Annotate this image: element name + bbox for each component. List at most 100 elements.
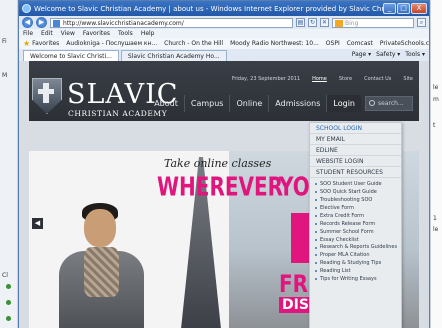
- forward-button[interactable]: ▶: [36, 17, 47, 28]
- menu-item-edline[interactable]: EDLINE: [310, 145, 401, 156]
- favorite-link[interactable]: PrivateSchools.com: [380, 38, 429, 49]
- contact-link[interactable]: Contact Us: [364, 76, 391, 82]
- menu-view[interactable]: View: [61, 29, 75, 38]
- resource-link[interactable]: Troubleshooting SOO: [310, 196, 401, 204]
- menu-bar: File Edit View Favorites Tools Help: [19, 29, 429, 38]
- resource-link[interactable]: Proper MLA Citation: [310, 251, 401, 259]
- hero-headline: WHEREVER: [157, 171, 284, 203]
- page-menu[interactable]: Page ▾: [352, 51, 371, 58]
- resource-link[interactable]: Elective Form: [310, 204, 401, 212]
- search-go-icon[interactable]: ⌕: [417, 18, 426, 27]
- site-search-placeholder: search...: [378, 100, 404, 107]
- store-link[interactable]: Store: [339, 76, 352, 82]
- nav-online[interactable]: Online: [229, 95, 268, 112]
- top-links: Friday, 23 September 2011 Home Store Con…: [232, 76, 413, 82]
- search-icon: [369, 100, 375, 106]
- ie-logo-icon: [22, 4, 31, 13]
- favorite-link[interactable]: Comcast: [347, 38, 373, 49]
- student-scarf: [84, 247, 119, 297]
- stop-icon[interactable]: ✕: [320, 18, 329, 27]
- right-strip-label: le: [433, 226, 439, 233]
- menu-edit[interactable]: Edit: [41, 29, 53, 38]
- web-page: Friday, 23 September 2011 Home Store Con…: [19, 61, 429, 328]
- command-bar: Page ▾ Safety ▾ Tools ▾: [352, 51, 425, 58]
- menu-item-school-login[interactable]: SCHOOL LOGIN: [310, 123, 401, 134]
- compatibility-view-icon[interactable]: ▤: [296, 18, 305, 27]
- resource-link[interactable]: Reading & Studying Tips: [310, 259, 401, 267]
- maximize-button[interactable]: □: [397, 3, 410, 14]
- menu-file[interactable]: File: [23, 29, 33, 38]
- resource-link[interactable]: Summer School Form: [310, 228, 401, 236]
- resource-link[interactable]: Extra Credit Form: [310, 212, 401, 220]
- favorites-bar: ★ Favorites Audiokniga - Послушаем кн... …: [19, 38, 429, 49]
- login-dropdown-menu: SCHOOL LOGIN MY EMAIL EDLINE WEBSITE LOG…: [309, 122, 402, 328]
- star-icon: ★: [23, 39, 31, 48]
- screen: Fi M Cl le m t 1 le Welcome to Slavic Ch…: [0, 0, 442, 328]
- menu-favorites[interactable]: Favorites: [83, 29, 110, 38]
- favorite-link[interactable]: OSPI: [326, 38, 340, 49]
- resource-link[interactable]: SOO Student User Guide: [310, 180, 401, 188]
- minimize-button[interactable]: _: [383, 3, 396, 14]
- menu-item-student-resources[interactable]: STUDENT RESOURCES: [310, 167, 401, 178]
- left-strip-label: M: [2, 72, 8, 79]
- nav-campus[interactable]: Campus: [183, 95, 230, 112]
- close-button[interactable]: X: [411, 3, 427, 14]
- left-strip-label: Cl: [2, 272, 8, 279]
- menu-tools[interactable]: Tools: [118, 29, 133, 38]
- address-field[interactable]: http://www.slavicchristianacademy.com/: [50, 17, 293, 28]
- search-placeholder: Bing: [345, 19, 359, 27]
- hero-tagline: Take online classes: [164, 157, 272, 170]
- menu-item-website-login[interactable]: WEBSITE LOGIN: [310, 156, 401, 167]
- resource-link[interactable]: Reading List: [310, 267, 401, 275]
- tab-bar: Welcome to Slavic Christi... Slavic Chri…: [19, 49, 429, 61]
- resource-link[interactable]: Essay Checklist: [310, 236, 401, 244]
- hero-text-yo: YO: [279, 171, 310, 203]
- url-text: http://www.slavicchristianacademy.com/: [63, 19, 184, 27]
- favorite-link[interactable]: Audiokniga - Послушаем кн...: [66, 38, 157, 49]
- resource-link[interactable]: Records Release Form: [310, 220, 401, 228]
- status-dot-icon: [6, 316, 11, 321]
- nav-about[interactable]: About: [148, 95, 184, 112]
- right-strip-label: m: [433, 96, 439, 103]
- student-resources-list: SOO Student User Guide SOO Quick Start G…: [310, 178, 401, 283]
- tab-slavic-home[interactable]: Slavic Christian Academy Ho...: [120, 50, 227, 61]
- background-window-right: le m t 1 le: [430, 0, 442, 328]
- address-bar-row: ◀ ▶ http://www.slavicchristianacademy.co…: [19, 16, 429, 29]
- background-window-left: Fi M Cl: [0, 0, 18, 328]
- site-link[interactable]: Site: [403, 76, 413, 82]
- nav-login[interactable]: Login: [326, 95, 361, 112]
- back-button[interactable]: ◀: [22, 17, 33, 28]
- browser-window: Welcome to Slavic Christian Academy | ab…: [18, 0, 430, 328]
- safety-menu[interactable]: Safety ▾: [376, 51, 400, 58]
- resource-link[interactable]: SOO Quick Start Guide: [310, 188, 401, 196]
- site-header: Friday, 23 September 2011 Home Store Con…: [29, 61, 419, 121]
- title-bar[interactable]: Welcome to Slavic Christian Academy | ab…: [19, 1, 429, 16]
- favorites-label: Favorites: [32, 40, 60, 47]
- main-navigation: About Campus Online Admissions Login sea…: [148, 95, 413, 112]
- favorite-link[interactable]: Moody Radio Northwest: 10...: [230, 38, 319, 49]
- hero-text-fr: FR: [279, 269, 309, 298]
- status-dot-icon: [6, 284, 11, 289]
- home-link[interactable]: Home: [312, 76, 327, 82]
- menu-item-my-email[interactable]: MY EMAIL: [310, 134, 401, 145]
- tab-welcome[interactable]: Welcome to Slavic Christi...: [23, 50, 119, 61]
- tools-menu[interactable]: Tools ▾: [405, 51, 425, 58]
- right-strip-label: 1: [433, 215, 437, 222]
- nav-admissions[interactable]: Admissions: [268, 95, 326, 112]
- resource-link[interactable]: Research & Reports Guidelines: [310, 244, 401, 251]
- student-face: [84, 209, 116, 247]
- site-favicon-icon: [53, 19, 60, 27]
- slider-prev-icon[interactable]: ◀: [32, 218, 43, 229]
- refresh-icon[interactable]: ↻: [308, 18, 317, 27]
- cross-bar-icon: [38, 89, 54, 94]
- window-title: Welcome to Slavic Christian Academy | ab…: [34, 4, 383, 13]
- search-input[interactable]: Bing: [332, 17, 414, 28]
- hero-text-dis: DIS: [279, 297, 312, 313]
- favorite-link[interactable]: Church - On the Hill: [164, 38, 223, 49]
- site-search-input[interactable]: search...: [365, 96, 413, 111]
- status-dot-icon: [6, 300, 11, 305]
- favorites-button[interactable]: ★ Favorites: [23, 38, 59, 49]
- resource-link[interactable]: Tips for Writing Essays: [310, 275, 401, 283]
- menu-help[interactable]: Help: [141, 29, 155, 38]
- current-date: Friday, 23 September 2011: [231, 76, 301, 82]
